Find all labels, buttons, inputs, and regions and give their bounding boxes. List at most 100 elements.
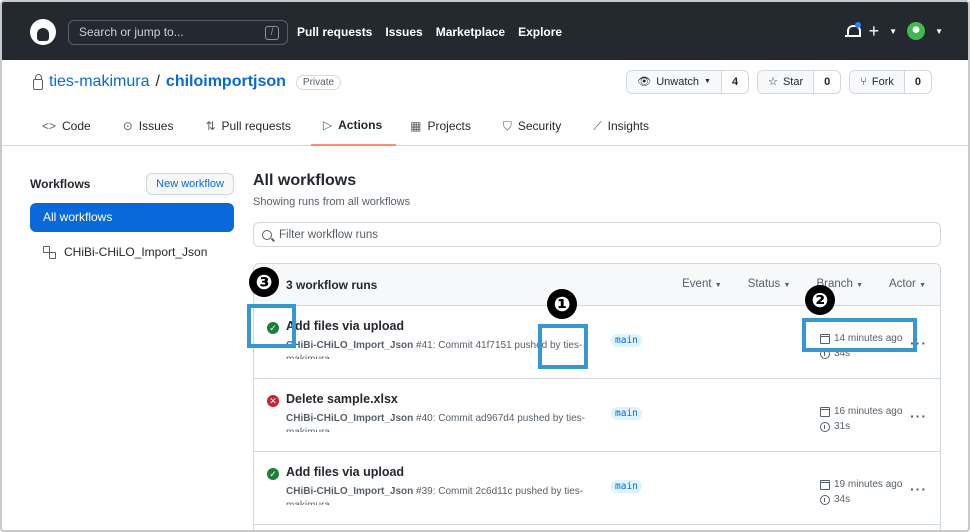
kebab-menu-icon[interactable]: ··· [910,408,927,424]
run-title[interactable]: Delete sample.xlsx [286,392,398,406]
tab-pull-requests[interactable]: ⇅ Pull requests [205,108,302,146]
sidebar-item-workflow[interactable]: CHiBi-CHiLO_Import_Json [30,242,234,262]
chevron-down-icon: ▼ [889,26,898,36]
calendar-icon [820,479,830,490]
success-check-icon: ✓ [267,468,279,480]
notification-bell-icon[interactable] [844,22,861,39]
run-title[interactable]: Add files via upload [286,319,404,333]
global-nav: Pull requests Issues Marketplace Explore [297,25,562,39]
filter-actor[interactable]: Actor ▼ [889,278,926,290]
run-duration: 31s [834,421,851,432]
fork-count[interactable]: 0 [905,71,931,93]
page-subtitle: Showing runs from all workflows [253,196,411,208]
filter-label: Actor [889,278,916,290]
branch-label[interactable]: main [611,407,642,420]
tab-projects[interactable]: ▦ Projects [410,108,483,146]
nav-issues[interactable]: Issues [385,25,422,39]
workflows-sidebar: Workflows New workflow All workflows CHi… [30,172,234,262]
branch-label[interactable]: main [611,480,642,493]
chevron-down-icon: ▼ [783,282,791,289]
runs-count: 3 workflow runs [286,277,378,292]
tab-actions[interactable]: ▷ Actions [310,108,397,146]
star-button[interactable]: ☆ Star 0 [757,70,842,94]
failure-x-icon: ✕ [267,395,279,407]
kebab-menu-icon[interactable]: ··· [910,481,927,497]
chevron-down-icon: ▼ [919,282,926,289]
repo-name-link[interactable]: chiloimportjson [166,73,286,91]
repo-title: ties-makimura / chiloimportjson Private [33,73,342,91]
run-timing: 16 minutes ago 31s [820,404,902,434]
filter-status[interactable]: Status ▼ [748,278,791,290]
star-label: Star [782,76,804,88]
stopwatch-icon [820,421,830,432]
filter-label: Event [682,278,712,290]
tab-label: Issues [138,119,174,133]
unwatch-button[interactable]: 👁 Unwatch ▼ 4 [626,70,750,94]
lock-icon [33,73,43,90]
run-meta: CHiBi-CHiLO_Import_Json #40: Commit ad96… [286,412,596,432]
nav-explore[interactable]: Explore [518,25,562,39]
new-workflow-button[interactable]: New workflow [146,173,234,195]
branch-label[interactable]: main [611,334,642,347]
repo-actions: 👁 Unwatch ▼ 4 ☆ Star 0 ⑂ Fork 0 [626,70,932,94]
create-plus-icon[interactable]: + [869,22,880,40]
nav-pull-requests[interactable]: Pull requests [297,25,372,39]
fork-label: Fork [871,76,894,88]
annotation-badge-2: ❷ [805,285,835,315]
browser-frame: Search or jump to... / Pull requests Iss… [0,0,970,532]
fork-icon: ⑂ [860,76,867,88]
notification-dot [854,22,861,28]
tab-code[interactable]: <> Code [42,108,103,146]
search-icon [262,229,272,240]
workflow-run-row[interactable]: ✓ Add files via upload CHiBi-CHiLO_Impor… [254,452,940,525]
repo-header: ties-makimura / chiloimportjson Private … [2,60,968,146]
sidebar-item-all-workflows[interactable]: All workflows [30,203,234,232]
watch-count[interactable]: 4 [722,71,748,93]
stopwatch-icon [820,494,830,505]
global-header: Search or jump to... / Pull requests Iss… [2,2,968,60]
star-count[interactable]: 0 [814,71,840,93]
repo-separator: / [155,73,160,90]
run-time: 16 minutes ago [834,406,903,417]
filter-runs-input[interactable]: Filter workflow runs [253,222,941,247]
shield-icon: ⛉ [502,118,512,133]
code-icon: <> [42,119,57,133]
star-icon: ☆ [768,76,778,88]
tab-issues[interactable]: ⊙ Issues [123,108,186,146]
issue-icon: ⊙ [122,119,133,133]
github-logo-icon[interactable] [30,19,56,45]
workflow-runs-panel: All workflows Showing runs from all work… [253,172,941,530]
tab-insights[interactable]: ⟋ Insights [593,108,661,146]
calendar-icon [820,406,830,417]
sidebar-title: Workflows [30,177,91,191]
eye-icon: 👁 [637,76,652,88]
chevron-down-icon: ▼ [714,282,722,289]
play-icon: ▷ [322,118,333,132]
run-title[interactable]: Add files via upload [286,465,404,479]
tab-label: Insights [607,119,649,133]
tab-label: Security [517,119,562,133]
tab-label: Projects [427,119,471,133]
pull-request-icon: ⇅ [205,119,216,133]
tab-security[interactable]: ⛉ Security [503,108,573,146]
workflow-run-row[interactable]: ✕ Delete sample.xlsx CHiBi-CHiLO_Import_… [254,379,940,452]
run-workflow-name: CHiBi-CHiLO_Import_Json [286,486,414,497]
repo-owner-link[interactable]: ties-makimura [49,73,149,91]
workflow-name: CHiBi-CHiLO_Import_Json [64,245,208,259]
filter-placeholder: Filter workflow runs [279,228,379,241]
annotation-badge-3: ❸ [249,267,279,297]
tab-label: Pull requests [221,119,291,133]
filter-event[interactable]: Event ▼ [682,278,722,290]
search-shortcut-key: / [265,26,279,40]
search-input[interactable]: Search or jump to... / [68,20,288,45]
fork-button[interactable]: ⑂ Fork 0 [849,70,932,94]
unwatch-label: Unwatch [656,76,700,88]
tab-label: Actions [338,118,383,132]
runs-list-header: 3 workflow runs Event ▼ Status ▼ Branch … [254,264,940,306]
run-workflow-name: CHiBi-CHiLO_Import_Json [286,340,414,351]
nav-marketplace[interactable]: Marketplace [436,25,505,39]
user-avatar[interactable] [907,22,926,40]
graph-icon: ⟋ [593,118,602,133]
run-timing: 19 minutes ago 34s [820,477,902,507]
chevron-down-icon: ▼ [856,282,864,289]
